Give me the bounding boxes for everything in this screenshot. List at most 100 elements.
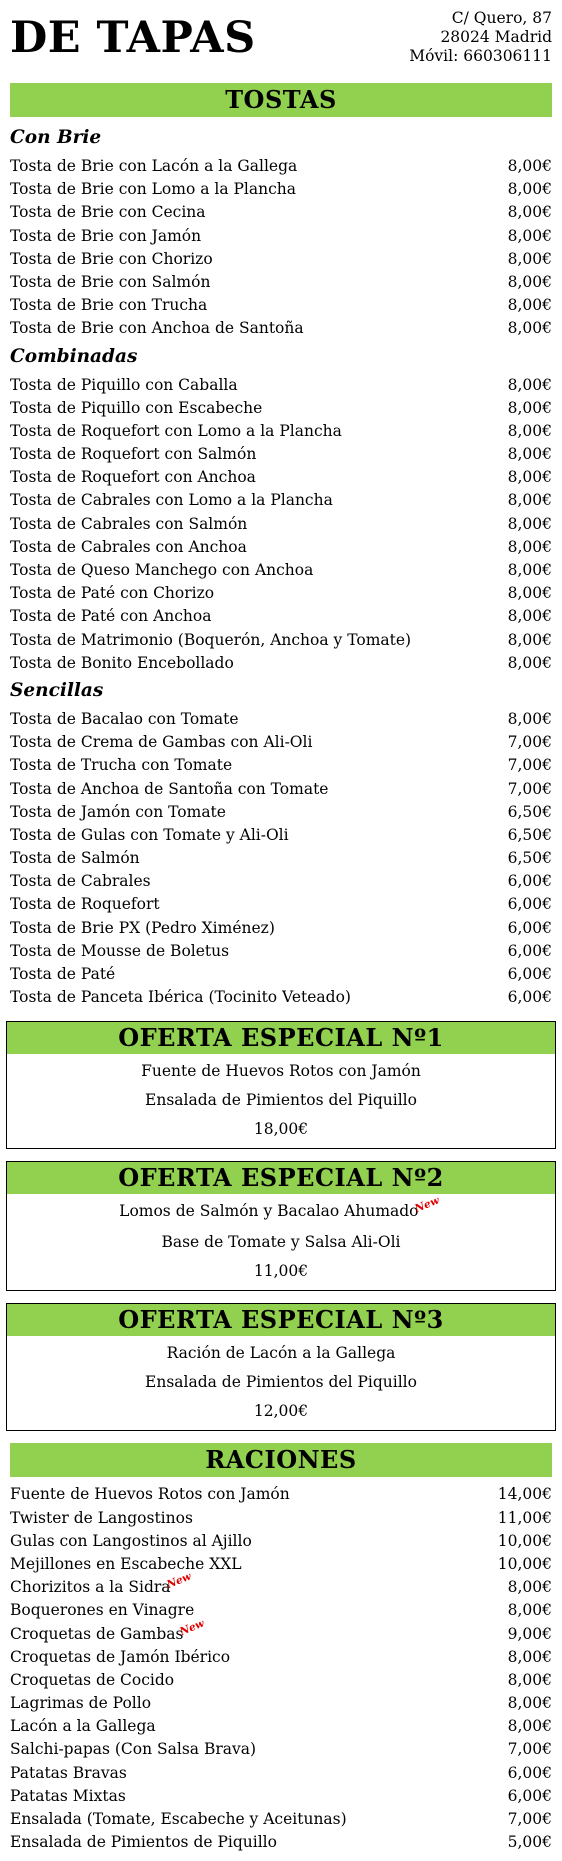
menu-item-row: Tosta de Queso Manchego con Anchoa 8,00€ [0,559,562,582]
menu-item-name: Tosta de Roquefort [10,895,160,914]
menu-item-row: Croquetas de Cocido 8,00€ [0,1669,562,1692]
menu-header: DE TAPAS C/ Quero, 87 28024 Madrid Móvil… [0,0,562,78]
menu-item-name-wrap: Lacón a la Gallega [10,1715,156,1738]
menu-item-name: Tosta de Brie con Trucha [10,296,208,315]
menu-item-price: 8,00€ [507,584,552,603]
offer-line: Ensalada de Pimientos del Piquillo [145,1091,417,1110]
menu-item-name: Tosta de Roquefort con Salmón [10,445,257,464]
menu-item-name: Patatas Mixtas [10,1786,126,1805]
address-block: C/ Quero, 87 28024 Madrid Móvil: 6603061… [409,9,552,66]
menu-item-price: 8,00€ [507,421,552,440]
menu-item-name: Tosta de Anchoa de Santoña con Tomate [10,779,329,798]
menu-item-row: Tosta de Jamón con Tomate 6,50€ [0,801,562,824]
menu-item-price: 8,00€ [507,709,552,728]
menu-item-price: 8,00€ [507,653,552,672]
menu-item-name: Tosta de Paté [10,965,116,983]
category-title-sencillas: Sencillas [10,679,104,701]
section-title-tostas: TOSTAS [10,83,552,117]
offer-title-1: OFERTA ESPECIAL Nº1 [7,1022,555,1055]
menu-item-price: 6,00€ [507,1786,552,1805]
menu-item-price: 8,00€ [507,157,552,175]
offer-price: 12,00€ [253,1402,309,1421]
list-combinadas: Tosta de Piquillo con Caballa 8,00€ Tosta … [0,374,562,675]
menu-item-price: 8,00€ [507,1694,552,1713]
menu-item-name-wrap: Tosta de Roquefort con Anchoa [10,466,256,489]
list-raciones: Fuente de Huevos Rotos con Jamón 14,00€ Tw… [0,1483,562,1854]
menu-item-row: Tosta de Salmón 6,50€ [0,847,562,870]
address-street: C/ Quero, 87 [451,9,552,27]
menu-item-name-wrap: Ensalada (Tomate, Escabeche y Aceitunas) [10,1808,347,1831]
menu-item-row: Croquetas de GambasNew 9,00€ [0,1617,562,1646]
menu-item-name-wrap: Tosta de Salmón [10,847,140,870]
menu-item-row: Twister de Langostinos 11,00€ [0,1507,562,1530]
menu-item-price: 11,00€ [497,1508,552,1527]
category-title-con-brie: Con Brie [10,127,102,148]
menu-item-name-wrap: Tosta de Cabrales con Anchoa [10,536,247,559]
menu-item-row: Tosta de Panceta Ibérica (Tocinito Vetea… [0,986,562,1009]
menu-item-name-wrap: Tosta de Brie con Salmón [10,271,210,294]
menu-item-name: Tosta de Matrimonio (Boquerón, Anchoa y … [10,630,412,649]
menu-item-name: Fuente de Huevos Rotos con Jamón [10,1485,290,1504]
menu-item-name-wrap: Tosta de Roquefort [10,893,160,916]
menu-item-name-wrap: Tosta de Matrimonio (Boquerón, Anchoa y … [10,629,411,652]
menu-item-row: Lacón a la Gallega 8,00€ [0,1715,562,1738]
offer-body-1: Fuente de Huevos Rotos con Jamón Ensalad… [7,1054,555,1148]
menu-item-name-wrap: Tosta de Bonito Encebollado [10,652,234,675]
menu-item-row: Tosta de Gulas con Tomate y Ali-Oli 6,50€ [0,824,562,847]
menu-item-price: 8,00€ [507,226,552,245]
category-title-combinadas: Combinadas [10,345,138,367]
menu-item-price: 5,00€ [507,1833,552,1852]
menu-item-price: 8,00€ [507,514,552,533]
menu-item-name-wrap: Tosta de Paté con Anchoa [10,605,211,628]
menu-item-name: Tosta de Cabrales con Salmón [10,514,248,533]
menu-item-row: Tosta de Brie con Salmón 8,00€ [0,271,562,294]
menu-item-name-wrap: Tosta de Brie con Lomo a la Plancha [10,178,296,201]
menu-item-row: Patatas Mixtas 6,00€ [0,1785,562,1808]
menu-item-price: 8,00€ [507,1601,552,1620]
menu-item-price: 6,50€ [507,802,552,821]
menu-item-price: 8,00€ [507,1647,552,1666]
menu-item-name: Tosta de Brie con Anchoa de Santoña [10,319,304,338]
menu-item-price: 6,00€ [507,895,552,914]
menu-item-row: Tosta de Roquefort con Salmón 8,00€ [0,443,562,466]
menu-item-price: 8,00€ [507,1578,552,1597]
menu-item-row: Salchi-papas (Con Salsa Brava) 7,00€ [0,1738,562,1761]
menu-item-price: 10,00€ [497,1554,552,1573]
menu-item-row: Tosta de Bacalao con Tomate 8,00€ [0,708,562,731]
menu-item-price: 9,00€ [507,1624,552,1643]
menu-item-row: Chorizitos a la SidraNew 8,00€ [0,1571,562,1599]
menu-item-name: Boquerones en Vinagre [10,1601,195,1620]
menu-item-row: Tosta de Bonito Encebollado 8,00€ [0,652,562,675]
menu-item-name: Ensalada (Tomate, Escabeche y Aceitunas) [10,1810,347,1828]
menu-item-name: Croquetas de Gambas [10,1624,184,1643]
menu-item-name: Twister de Langostinos [10,1508,193,1527]
menu-item-name-wrap: Tosta de Trucha con Tomate [10,754,232,777]
offer-box-2: OFERTA ESPECIAL Nº2 Lomos de Salmón y Ba… [6,1161,556,1292]
menu-item-price: 8,00€ [507,1670,552,1689]
menu-item-row: Tosta de Roquefort con Lomo a la Plancha… [0,420,562,443]
menu-item-name-wrap: Croquetas de Jamón Ibérico [10,1646,230,1669]
menu-item-name-wrap: Tosta de Paté con Chorizo [10,582,214,605]
menu-item-row: Tosta de Cabrales 6,00€ [0,870,562,893]
menu-item-price: 8,00€ [507,468,552,487]
menu-item-price: 8,00€ [507,249,552,268]
menu-item-price: 6,00€ [507,988,552,1007]
menu-item-price: 6,00€ [507,1763,552,1782]
list-sencillas: Tosta de Bacalao con Tomate 8,00€ Tosta de… [0,708,562,1009]
menu-item-row: Patatas Bravas 6,00€ [0,1762,562,1785]
menu-item-name-wrap: Tosta de Piquillo con Caballa [10,374,238,397]
menu-item-row: Tosta de Anchoa de Santoña con Tomate 7,0… [0,778,562,801]
menu-item-name: Tosta de Brie con Chorizo [10,249,213,268]
menu-item-price: 8,00€ [507,203,552,222]
menu-item-name: Salchi-papas (Con Salsa Brava) [10,1740,257,1759]
menu-item-name: Croquetas de Jamón Ibérico [10,1647,231,1666]
menu-item-name-wrap: Tosta de Brie con Lacón a la Gallega [10,155,297,178]
menu-item-name-wrap: Tosta de Brie con Anchoa de Santoña [10,317,304,340]
menu-item-name-wrap: Tosta de Roquefort con Salmón [10,443,256,466]
menu-item-name-wrap: Patatas Mixtas [10,1785,126,1808]
menu-item-row: Tosta de Matrimonio (Boquerón, Anchoa y … [0,629,562,652]
menu-item-row: Tosta de Brie con Chorizo 8,00€ [0,248,562,271]
menu-item-price: 7,00€ [507,1810,552,1828]
menu-item-name-wrap: Tosta de Cabrales con Salmón [10,513,247,536]
menu-item-name: Tosta de Mousse de Boletus [10,941,230,960]
